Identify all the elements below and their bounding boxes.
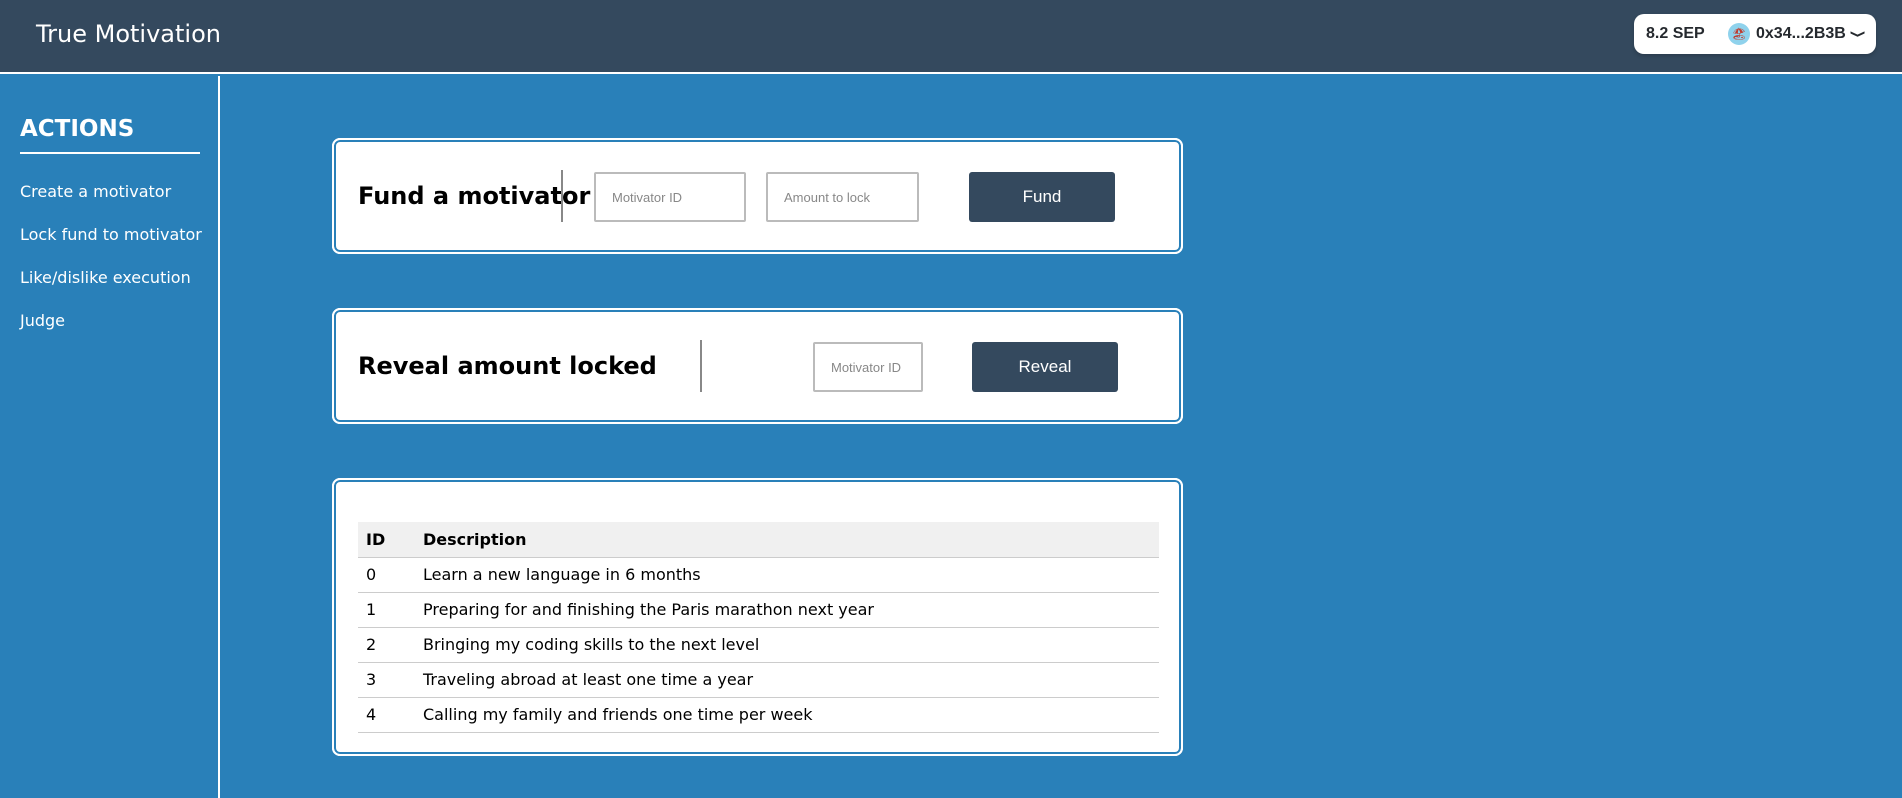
reveal-amount-panel: Reveal amount locked Reveal [332, 308, 1183, 424]
motivator-description: Learn a new language in 6 months [415, 557, 1159, 593]
table-row[interactable]: 1 Preparing for and finishing the Paris … [358, 592, 1159, 628]
sidebar-item-create-motivator[interactable]: Create a motivator [20, 182, 171, 201]
motivator-id: 2 [358, 627, 415, 663]
table-row[interactable]: 3 Traveling abroad at least one time a y… [358, 662, 1159, 698]
chevron-down-icon: ❯ [1849, 29, 1866, 39]
motivator-description: Preparing for and finishing the Paris ma… [415, 592, 1159, 628]
reveal-button[interactable]: Reveal [972, 342, 1118, 392]
fund-panel-divider [561, 170, 563, 222]
reveal-panel-divider [700, 340, 702, 392]
account-address: 0x34...2B3B [1756, 25, 1846, 42]
motivator-description: Traveling abroad at least one time a yea… [415, 662, 1159, 698]
motivator-id: 4 [358, 697, 415, 733]
motivator-description: Bringing my coding skills to the next le… [415, 627, 1159, 663]
fund-motivator-id-input[interactable] [594, 172, 746, 222]
wallet-widget[interactable]: 8.2 SEP 🏖 0x34...2B3B ❯ [1634, 14, 1876, 54]
motivator-description: Calling my family and friends one time p… [415, 697, 1159, 733]
fund-panel-title: Fund a motivator [358, 182, 591, 210]
fund-button[interactable]: Fund [969, 172, 1115, 222]
account-avatar-icon: 🏖 [1728, 23, 1750, 45]
table-row[interactable]: 4 Calling my family and friends one time… [358, 697, 1159, 733]
motivator-id: 0 [358, 557, 415, 593]
motivators-list-panel: ID Description 0 Learn a new language in… [332, 478, 1183, 756]
account-button[interactable]: 🏖 0x34...2B3B ❯ [1722, 18, 1870, 50]
reveal-motivator-id-input[interactable] [813, 342, 923, 392]
sidebar: ACTIONS Create a motivator Lock fund to … [0, 76, 220, 798]
sidebar-item-lock-fund[interactable]: Lock fund to motivator [20, 225, 202, 244]
motivators-table: ID Description 0 Learn a new language in… [358, 522, 1159, 733]
motivator-id: 1 [358, 592, 415, 628]
amount-to-lock-input[interactable] [766, 172, 919, 222]
column-header-description: Description [415, 522, 1159, 558]
table-row[interactable]: 2 Bringing my coding skills to the next … [358, 627, 1159, 663]
sidebar-item-like-dislike[interactable]: Like/dislike execution [20, 268, 191, 287]
table-row[interactable]: 0 Learn a new language in 6 months [358, 557, 1159, 593]
app-title: True Motivation [36, 20, 221, 48]
fund-motivator-panel: Fund a motivator Fund [332, 138, 1183, 254]
table-header-row: ID Description [358, 522, 1159, 558]
wallet-balance[interactable]: 8.2 SEP [1634, 25, 1722, 43]
top-navbar: True Motivation 8.2 SEP 🏖 0x34...2B3B ❯ [0, 0, 1902, 74]
sidebar-heading: ACTIONS [20, 116, 200, 154]
motivator-id: 3 [358, 662, 415, 698]
sidebar-item-judge[interactable]: Judge [20, 311, 65, 330]
reveal-panel-title: Reveal amount locked [358, 352, 657, 380]
column-header-id: ID [358, 522, 415, 558]
